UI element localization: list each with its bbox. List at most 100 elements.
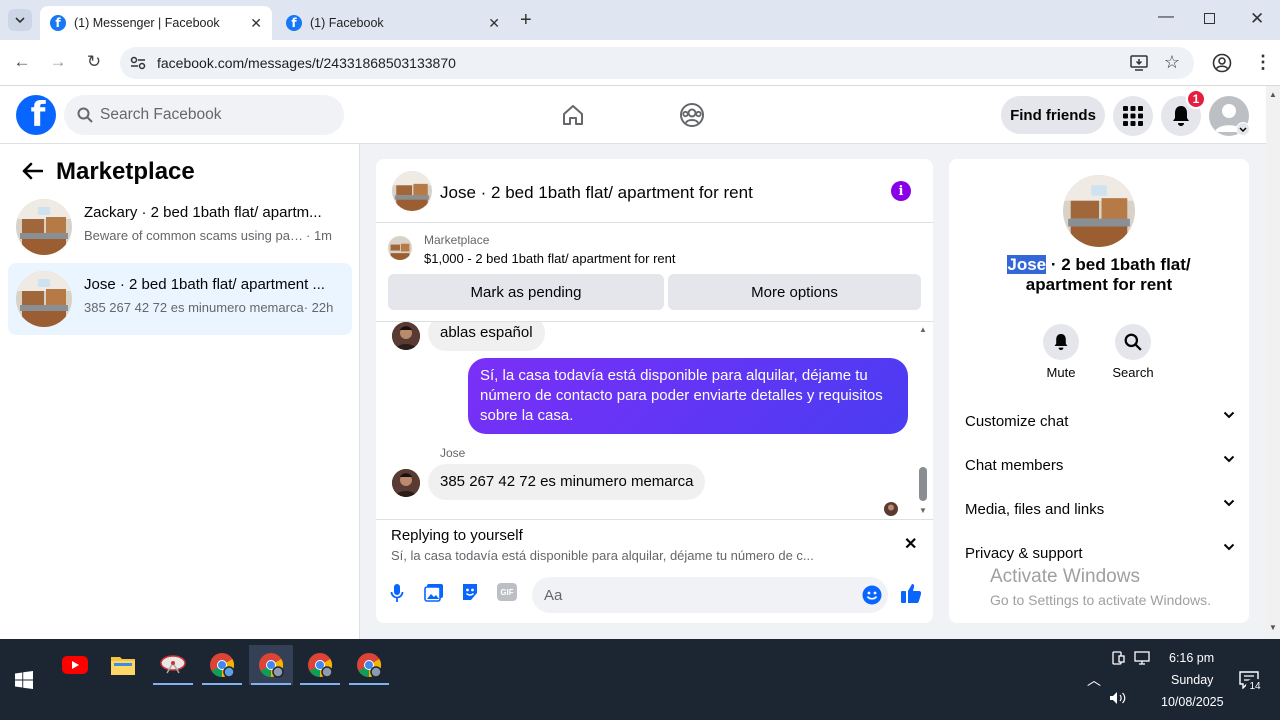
- site-settings-icon[interactable]: [130, 56, 146, 70]
- info-icon[interactable]: i: [891, 181, 911, 201]
- clock-date[interactable]: 10/08/2025: [1161, 695, 1224, 709]
- back-arrow-icon[interactable]: ←: [11, 52, 33, 72]
- account-chevron-icon[interactable]: [1236, 122, 1250, 136]
- tab-messenger[interactable]: f (1) Messenger | Facebook ✕: [40, 6, 272, 40]
- privacy-support-row[interactable]: Privacy & support: [965, 541, 1235, 565]
- tab-facebook[interactable]: f (1) Facebook ✕: [276, 6, 510, 40]
- cancel-reply-icon[interactable]: ✕: [904, 534, 917, 554]
- photo-icon[interactable]: [424, 583, 444, 603]
- gif-icon[interactable]: GIF: [497, 583, 517, 601]
- media-files-links-row[interactable]: Media, files and links: [965, 497, 1235, 521]
- sender-avatar[interactable]: [392, 469, 420, 497]
- taskbar-chrome-2[interactable]: [249, 645, 293, 685]
- taskbar-chrome-1[interactable]: [200, 645, 244, 685]
- listing-text[interactable]: $1,000 - 2 bed 1bath flat/ apartment for…: [424, 251, 676, 266]
- clock-time[interactable]: 6:16 pm: [1169, 651, 1214, 665]
- apps-grid-icon: [1123, 106, 1143, 126]
- bookmark-star-icon[interactable]: ☆: [1164, 52, 1180, 73]
- chrome-icon: [357, 653, 382, 678]
- chat-title[interactable]: Jose · 2 bed 1bath flat/ apartment for r…: [440, 183, 753, 203]
- reload-icon[interactable]: ↻: [83, 52, 105, 72]
- chat-header: Jose · 2 bed 1bath flat/ apartment for r…: [376, 159, 933, 223]
- conversation-subtitle: Beware of common scams using pay... · 1m: [84, 228, 344, 243]
- close-tab-icon[interactable]: ✕: [250, 15, 262, 32]
- url-field[interactable]: facebook.com/messages/t/2433186850313387…: [120, 47, 1194, 79]
- conversation-item[interactable]: Zackary · 2 bed 1bath flat/ apartm... Be…: [8, 191, 352, 263]
- minimize-icon[interactable]: —: [1158, 8, 1174, 26]
- message-input-placeholder: Aa: [544, 586, 563, 604]
- page-scrollbar[interactable]: ▲ ▼: [1266, 86, 1280, 639]
- message-bubble-received[interactable]: ablas español: [428, 322, 545, 351]
- chat-members-row[interactable]: Chat members: [965, 453, 1235, 477]
- running-indicator: [153, 683, 193, 685]
- chat-scrollbar-thumb[interactable]: [919, 467, 927, 501]
- chrome-icon: [210, 653, 235, 678]
- back-arrow-icon[interactable]: [21, 162, 43, 180]
- message-composer: GIF Aa: [376, 573, 933, 623]
- groups-icon[interactable]: [679, 102, 705, 128]
- chat-avatar[interactable]: [392, 171, 432, 211]
- selected-text-highlight: Jose: [1007, 255, 1047, 274]
- forward-arrow-icon[interactable]: →: [47, 52, 69, 72]
- tab-search-button[interactable]: [8, 9, 32, 31]
- search-chat-button[interactable]: [1115, 324, 1151, 360]
- taskbar-chrome-4[interactable]: [347, 645, 391, 685]
- chevron-down-icon: [15, 17, 25, 23]
- thumbs-up-icon[interactable]: [900, 582, 922, 604]
- taskbar-file-explorer[interactable]: [101, 645, 145, 685]
- scroll-up-icon[interactable]: ▲: [1269, 90, 1277, 99]
- scroll-up-icon[interactable]: ▲: [919, 325, 927, 334]
- listing-source: Marketplace: [424, 233, 490, 247]
- home-icon[interactable]: [561, 103, 585, 127]
- message-bubble-received[interactable]: 385 267 42 72 es minumero memarca: [428, 464, 706, 500]
- chevron-down-icon: [1223, 499, 1235, 507]
- network-icon[interactable]: [1134, 651, 1150, 665]
- bell-icon: [1173, 106, 1189, 126]
- facebook-logo-icon[interactable]: f: [16, 95, 56, 135]
- taskbar-chrome-3[interactable]: [298, 645, 342, 685]
- microphone-icon[interactable]: [390, 583, 404, 603]
- find-friends-button[interactable]: Find friends: [1001, 96, 1105, 134]
- sender-avatar[interactable]: [392, 322, 420, 350]
- satellite-dish-icon: [160, 655, 186, 674]
- device-icon[interactable]: [1111, 651, 1125, 665]
- conversation-title: Zackary · 2 bed 1bath flat/ apartm...: [84, 204, 322, 221]
- facebook-search-input[interactable]: Search Facebook: [64, 95, 344, 135]
- message-bubble-sent[interactable]: Sí, la casa todavía está disponible para…: [468, 358, 908, 434]
- browser-menu-icon[interactable]: ⋮: [1254, 52, 1272, 73]
- install-app-icon[interactable]: [1130, 55, 1148, 71]
- show-hidden-icons-icon[interactable]: ︿: [1087, 670, 1101, 690]
- mute-button[interactable]: [1043, 324, 1079, 360]
- chat-name-line2: apartment for rent: [1025, 275, 1173, 294]
- clock-day[interactable]: Sunday: [1171, 673, 1213, 687]
- taskbar-youtube[interactable]: [53, 645, 97, 685]
- close-window-icon[interactable]: ✕: [1250, 9, 1264, 29]
- mark-as-pending-button[interactable]: Mark as pending: [388, 274, 664, 310]
- volume-icon[interactable]: [1109, 691, 1127, 705]
- scroll-down-icon[interactable]: ▼: [919, 506, 927, 515]
- conversation-item-selected[interactable]: Jose · 2 bed 1bath flat/ apartment ... 3…: [8, 263, 352, 335]
- section-label: Media, files and links: [965, 500, 1105, 518]
- running-indicator: [300, 683, 340, 685]
- close-tab-icon[interactable]: ✕: [488, 15, 500, 32]
- watermark-line1: Activate Windows: [990, 566, 1140, 587]
- message-list: ablas español Sí, la casa todavía está d…: [376, 321, 933, 519]
- sticker-icon[interactable]: [460, 582, 480, 602]
- more-options-button[interactable]: More options: [668, 274, 921, 310]
- scroll-down-icon[interactable]: ▼: [1269, 623, 1277, 632]
- windows-start-icon[interactable]: [15, 671, 33, 689]
- message-input[interactable]: Aa: [532, 577, 888, 613]
- emoji-icon[interactable]: [862, 585, 882, 605]
- seen-avatar: [884, 502, 898, 516]
- customize-chat-row[interactable]: Customize chat: [965, 409, 1235, 433]
- menu-button[interactable]: [1113, 96, 1153, 136]
- restore-icon[interactable]: [1204, 13, 1215, 24]
- notification-count-badge: 14: [1246, 679, 1264, 693]
- chevron-down-icon: [1223, 455, 1235, 463]
- search-icon: [77, 107, 93, 123]
- section-label: Customize chat: [965, 412, 1069, 430]
- chat-details-avatar[interactable]: [1063, 175, 1135, 247]
- taskbar-app[interactable]: [151, 645, 195, 685]
- profile-icon[interactable]: [1212, 53, 1232, 73]
- new-tab-icon[interactable]: +: [520, 9, 532, 32]
